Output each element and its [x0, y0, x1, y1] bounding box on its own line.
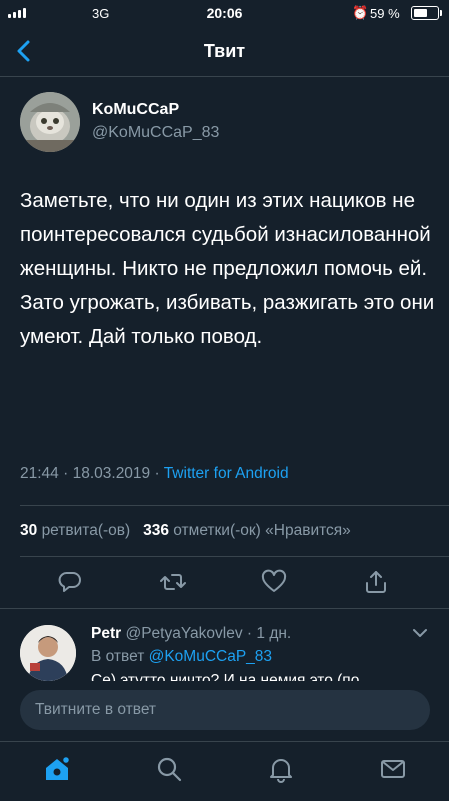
like-icon	[261, 569, 287, 592]
tweet-date: 18.03.2019	[72, 465, 151, 482]
tab-home[interactable]	[42, 754, 72, 784]
reply-header: Petr @PetyaYakovlev · 1 дн.	[91, 625, 291, 643]
tweet-text: Заметьте, что ни один из этих нациков не…	[20, 189, 435, 348]
meta-separator: ·	[154, 465, 160, 482]
tweet-stats: 30 ретвита(-ов) 336 отметки(-ок) «Нравит…	[20, 522, 351, 540]
tweet-client-link[interactable]: Twitter for Android	[164, 465, 289, 482]
author-name[interactable]: KoMuCCaP	[92, 101, 179, 119]
tab-bar	[0, 741, 449, 801]
reply-age: 1 дн.	[256, 625, 292, 642]
tweet-meta: 21:44 · 18.03.2019 · Twitter for Android	[20, 465, 289, 483]
tweet-time: 21:44	[20, 465, 59, 482]
reply-context: В ответ @KoMuCCaP_83	[91, 648, 272, 666]
reply-text: Се) этутто ничто? И на немия это (по	[91, 672, 360, 681]
compose-bar	[0, 681, 449, 741]
battery-percent: 59 %	[370, 6, 400, 21]
status-bar: 3G 20:06 ⏰ 59 %	[0, 0, 449, 26]
like-button[interactable]	[261, 569, 287, 595]
share-button[interactable]	[363, 569, 389, 595]
retweet-button[interactable]	[160, 569, 186, 595]
likes-label: отметки(-ок) «Нравится»	[173, 522, 351, 539]
nav-bar: Твит	[0, 26, 449, 77]
battery-icon	[411, 6, 442, 20]
reply-separator: ·	[246, 625, 253, 642]
reply-input[interactable]	[20, 690, 430, 730]
reply-author-name[interactable]: Petr	[91, 625, 121, 642]
share-icon	[366, 571, 386, 593]
reply-icon	[58, 572, 81, 592]
author-handle[interactable]: @KoMuCCaP_83	[92, 124, 219, 142]
tab-notifications[interactable]	[266, 754, 296, 784]
retweets-stat[interactable]: 30 ретвита(-ов)	[20, 522, 130, 539]
likes-stat[interactable]: 336 отметки(-ок) «Нравится»	[143, 522, 351, 539]
tab-messages[interactable]	[378, 754, 408, 784]
reply-button[interactable]	[57, 569, 83, 595]
home-icon	[46, 755, 71, 780]
alarm-icon: ⏰	[352, 5, 369, 20]
page-title: Твит	[203, 41, 246, 61]
divider	[20, 505, 449, 506]
retweets-count: 30	[20, 522, 38, 539]
chevron-down-icon[interactable]	[412, 627, 428, 639]
messages-icon	[381, 760, 405, 778]
reply-mention-link[interactable]: @KoMuCCaP_83	[149, 648, 272, 665]
search-icon	[157, 757, 182, 782]
notifications-icon	[270, 759, 292, 783]
retweet-icon	[160, 574, 186, 590]
tab-search[interactable]	[154, 754, 184, 784]
divider	[20, 556, 449, 557]
reply-avatar[interactable]	[20, 625, 76, 681]
reply-context-prefix: В ответ	[91, 648, 145, 665]
meta-separator: ·	[63, 465, 69, 482]
reply-tweet[interactable]: Petr @PetyaYakovlev · 1 дн. В ответ @KoM…	[0, 609, 449, 681]
likes-count: 336	[143, 522, 169, 539]
retweets-label: ретвита(-ов)	[41, 522, 131, 539]
reply-author-handle[interactable]: @PetyaYakovlev	[125, 625, 242, 642]
tweet-actions	[0, 565, 449, 601]
author-avatar[interactable]	[20, 92, 80, 152]
